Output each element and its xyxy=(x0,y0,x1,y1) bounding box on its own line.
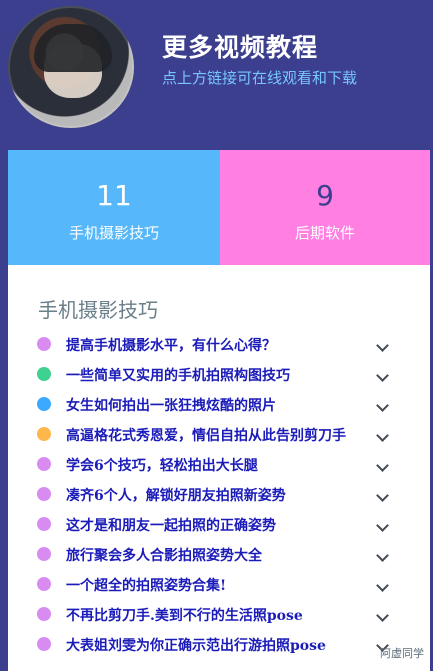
bullet-dot-icon xyxy=(37,637,51,651)
chevron-down-icon[interactable] xyxy=(376,401,388,413)
list-item-link[interactable]: 学会6个技巧，轻松拍出大长腿 xyxy=(66,455,258,475)
bullet-dot-icon xyxy=(37,427,51,441)
header-subtitle: 点上方链接可在线观看和下载 xyxy=(162,69,358,87)
list-item[interactable]: 凑齐6个人，解锁好朋友拍照新姿势 xyxy=(8,482,430,508)
list-item[interactable]: 旅行聚会多人合影拍照姿势大全 xyxy=(8,542,430,568)
header: 更多视频教程 点上方链接可在线观看和下载 xyxy=(0,0,433,150)
stat-label-photography: 手机摄影技巧 xyxy=(68,224,159,242)
stat-label-software: 后期软件 xyxy=(294,224,355,242)
bullet-dot-icon xyxy=(37,607,51,621)
chevron-down-icon[interactable] xyxy=(376,581,388,593)
list-item[interactable]: 这才是和朋友一起拍照的正确姿势 xyxy=(8,512,430,538)
chevron-down-icon[interactable] xyxy=(376,341,388,353)
bullet-dot-icon xyxy=(37,547,51,561)
list-item-link[interactable]: 不再比剪刀手.美到不行的生活照pose xyxy=(66,605,303,625)
chevron-down-icon[interactable] xyxy=(376,521,388,533)
list-item[interactable]: 女生如何拍出一张狂拽炫酷的照片 xyxy=(8,392,430,418)
avatar[interactable] xyxy=(8,6,134,128)
list-item-link[interactable]: 一个超全的拍照姿势合集! xyxy=(66,575,226,595)
list-item[interactable]: 大表姐刘雯为你正确示范出行游拍照pose xyxy=(8,632,430,658)
list-item-link[interactable]: 一些简单又实用的手机拍照构图技巧 xyxy=(66,365,290,385)
list-item-link[interactable]: 这才是和朋友一起拍照的正确姿势 xyxy=(66,515,276,535)
list-item-link[interactable]: 凑齐6个人，解锁好朋友拍照新姿势 xyxy=(66,485,286,505)
list-item-link[interactable]: 女生如何拍出一张狂拽炫酷的照片 xyxy=(66,395,276,415)
list-item[interactable]: 提高手机摄影水平，有什么心得？ xyxy=(8,332,430,358)
stats: 11 手机摄影技巧 9 后期软件 xyxy=(8,150,430,265)
bullet-dot-icon xyxy=(37,337,51,351)
bullet-dot-icon xyxy=(37,577,51,591)
chevron-down-icon[interactable] xyxy=(376,491,388,503)
header-title: 更多视频教程 xyxy=(162,33,319,62)
chevron-down-icon[interactable] xyxy=(376,461,388,473)
watermark: 阿虚同学 xyxy=(380,647,424,660)
list-item-link[interactable]: 高逼格花式秀恩爱，情侣自拍从此告别剪刀手 xyxy=(66,425,346,445)
bullet-dot-icon xyxy=(37,517,51,531)
list-item-link[interactable]: 旅行聚会多人合影拍照姿势大全 xyxy=(66,545,262,565)
chevron-down-icon[interactable] xyxy=(376,551,388,563)
content-panel: 手机摄影技巧 提高手机摄影水平，有什么心得？ 一些简单又实用的手机拍照构图技巧 … xyxy=(8,265,430,671)
list-item[interactable]: 学会6个技巧，轻松拍出大长腿 xyxy=(8,452,430,478)
bullet-dot-icon xyxy=(37,367,51,381)
list-item[interactable]: 高逼格花式秀恩爱，情侣自拍从此告别剪刀手 xyxy=(8,422,430,448)
bullet-dot-icon xyxy=(37,397,51,411)
stat-number-photography: 11 xyxy=(96,179,132,212)
chevron-down-icon[interactable] xyxy=(376,371,388,383)
list-item[interactable]: 一些简单又实用的手机拍照构图技巧 xyxy=(8,362,430,388)
chevron-down-icon[interactable] xyxy=(376,611,388,623)
list-item-link[interactable]: 提高手机摄影水平，有什么心得？ xyxy=(66,335,276,355)
stat-number-software: 9 xyxy=(316,179,334,212)
chevron-down-icon[interactable] xyxy=(376,431,388,443)
stat-card-software[interactable]: 9 后期软件 xyxy=(220,150,430,265)
bullet-dot-icon xyxy=(37,457,51,471)
bullet-dot-icon xyxy=(37,487,51,501)
stat-card-photography[interactable]: 11 手机摄影技巧 xyxy=(8,150,220,265)
list-item-link[interactable]: 大表姐刘雯为你正确示范出行游拍照pose xyxy=(66,635,326,655)
list-item[interactable]: 一个超全的拍照姿势合集! xyxy=(8,572,430,598)
page: 更多视频教程 点上方链接可在线观看和下载 11 手机摄影技巧 9 后期软件 手机… xyxy=(0,0,433,671)
section-title: 手机摄影技巧 xyxy=(38,298,158,322)
list-item[interactable]: 不再比剪刀手.美到不行的生活照pose xyxy=(8,602,430,628)
